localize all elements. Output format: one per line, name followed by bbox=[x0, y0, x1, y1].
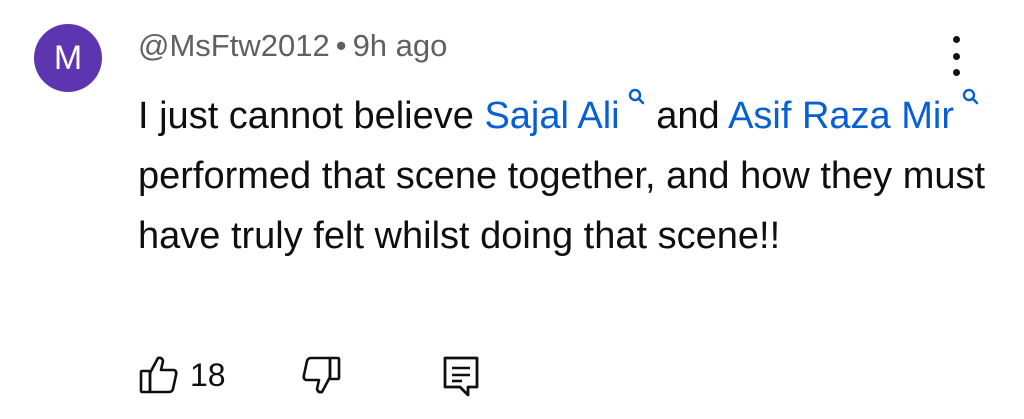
more-vert-icon bbox=[952, 69, 960, 76]
author-name[interactable]: @MsFtw2012 bbox=[138, 28, 330, 63]
comment-text: I just cannot believe Sajal Ali and Asif… bbox=[138, 86, 998, 266]
reply-button[interactable] bbox=[440, 354, 482, 398]
reply-icon bbox=[443, 356, 479, 397]
thumbs-down-icon bbox=[302, 356, 341, 394]
search-link-asif-raza-mir[interactable]: Asif Raza Mir bbox=[728, 88, 980, 137]
avatar-letter: M bbox=[53, 38, 83, 77]
timestamp[interactable]: 9h ago bbox=[353, 28, 448, 63]
search-link-sajal-ali[interactable]: Sajal Ali bbox=[484, 88, 645, 137]
text-part: and bbox=[645, 95, 729, 137]
dislike-button[interactable] bbox=[300, 354, 342, 396]
search-icon bbox=[628, 88, 644, 105]
separator: • bbox=[335, 28, 347, 63]
search-icon bbox=[962, 88, 979, 105]
like-count: 18 bbox=[190, 356, 226, 393]
more-vert-icon bbox=[952, 52, 960, 60]
link-label: Sajal Ali bbox=[484, 95, 620, 137]
text-part: I just cannot believe bbox=[138, 95, 485, 137]
thumbs-up-icon bbox=[139, 356, 178, 394]
comment-header: @MsFtw2012 • 9h ago bbox=[138, 28, 447, 64]
text-part: performed that scene together, and how t… bbox=[138, 155, 986, 257]
more-vert-icon bbox=[952, 36, 960, 43]
link-label: Asif Raza Mir bbox=[728, 95, 954, 137]
more-options-button[interactable] bbox=[938, 36, 974, 76]
avatar[interactable]: M bbox=[34, 24, 102, 92]
like-button[interactable]: 18 bbox=[138, 354, 226, 396]
